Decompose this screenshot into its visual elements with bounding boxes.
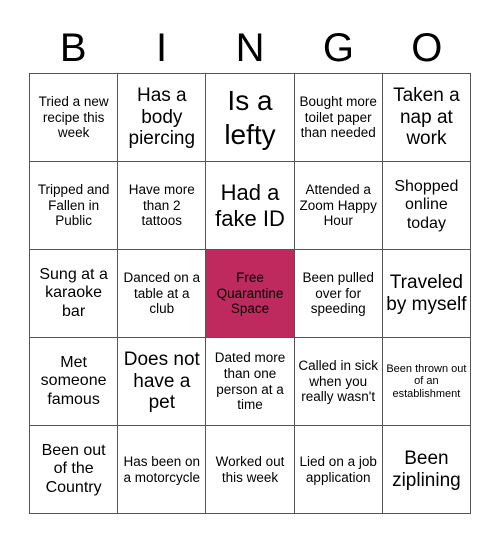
bingo-cell[interactable]: Tried a new recipe this week [30, 74, 119, 162]
header-letter-i: I [156, 26, 168, 70]
bingo-cell[interactable]: Had a fake ID [206, 162, 295, 250]
bingo-cell[interactable]: Attended a Zoom Happy Hour [294, 162, 383, 250]
header-letter-o: O [411, 26, 443, 70]
bingo-cell[interactable]: Have more than 2 tattoos [118, 162, 207, 250]
bingo-cell[interactable]: Danced on a table at a club [118, 250, 207, 338]
bingo-cell[interactable]: Traveled by myself [382, 250, 471, 338]
bingo-cell[interactable]: Met someone famous [30, 338, 119, 426]
bingo-cell[interactable]: Been pulled over for speeding [294, 250, 383, 338]
bingo-cell[interactable]: Dated more than one person at a time [206, 338, 295, 426]
bingo-cell[interactable]: Tripped and Fallen in Public [30, 162, 119, 250]
bingo-cell[interactable]: Is a lefty [206, 74, 295, 162]
bingo-cell[interactable]: Sung at a karaoke bar [30, 250, 119, 338]
bingo-cell[interactable]: Been thrown out of an establishment [382, 338, 471, 426]
bingo-header: B I N G O [29, 18, 471, 73]
bingo-cell[interactable]: Has a body piercing [118, 74, 207, 162]
bingo-card-grid: Tried a new recipe this week Has a body … [29, 73, 471, 514]
bingo-cell[interactable]: Lied on a job application [294, 426, 383, 514]
bingo-cell[interactable]: Called in sick when you really wasn't [294, 338, 383, 426]
bingo-cell[interactable]: Bought more toilet paper than needed [294, 74, 383, 162]
bingo-cell[interactable]: Shopped online today [382, 162, 471, 250]
bingo-cell[interactable]: Been out of the Country [30, 426, 119, 514]
free-space-cell[interactable]: Free Quarantine Space [206, 250, 295, 338]
bingo-cell[interactable]: Does not have a pet [118, 338, 207, 426]
bingo-cell[interactable]: Taken a nap at work [382, 74, 471, 162]
bingo-cell[interactable]: Been ziplining [382, 426, 471, 514]
header-letter-b: B [59, 26, 87, 70]
header-letter-n: N [235, 26, 265, 70]
bingo-cell[interactable]: Worked out this week [206, 426, 295, 514]
bingo-cell[interactable]: Has been on a motorcycle [118, 426, 207, 514]
header-letter-g: G [322, 26, 354, 70]
